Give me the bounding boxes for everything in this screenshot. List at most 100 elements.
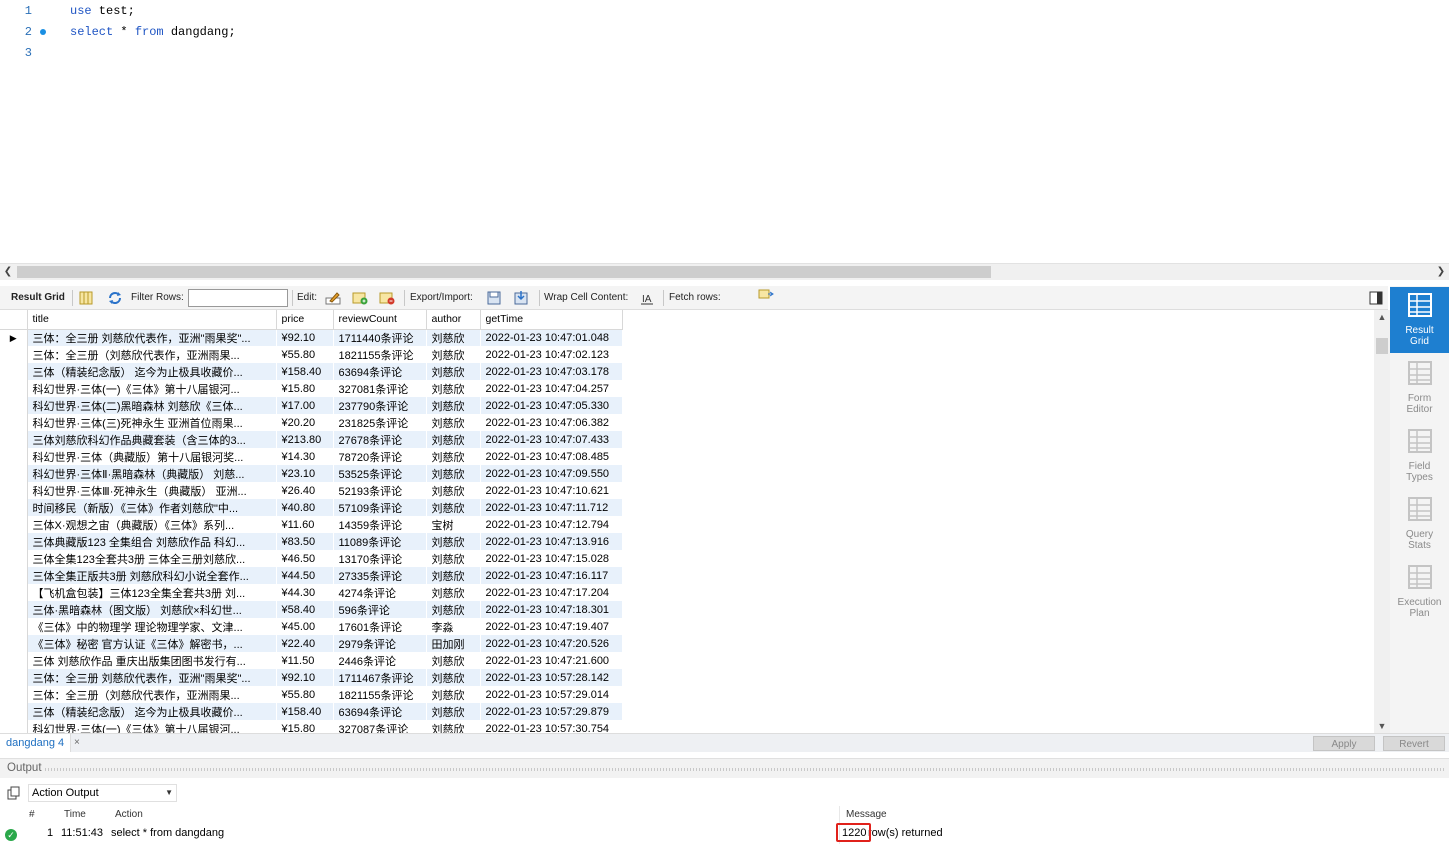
row-selector[interactable] bbox=[0, 516, 28, 533]
table-row[interactable]: 《三体》秘密 官方认证《三体》解密书，... ¥22.40 2979条评论 田加刚 20… bbox=[0, 635, 623, 652]
cell-author[interactable]: 刘慈欣 bbox=[426, 533, 481, 550]
row-selector[interactable] bbox=[0, 669, 28, 686]
column-header-reviewcount[interactable]: reviewCount bbox=[333, 310, 427, 330]
cell-author[interactable]: 刘慈欣 bbox=[426, 499, 481, 516]
cell-gettime[interactable]: 2022-01-23 10:47:07.433 bbox=[480, 431, 623, 448]
cell-gettime[interactable]: 2022-01-23 10:47:21.600 bbox=[480, 652, 623, 669]
cell-author[interactable]: 刘慈欣 bbox=[426, 703, 481, 720]
cell-title[interactable]: 三体：全三册 刘慈欣代表作，亚洲"雨果奖"... bbox=[27, 329, 277, 346]
cell-price[interactable]: ¥92.10 bbox=[276, 329, 334, 346]
cell-author[interactable]: 刘慈欣 bbox=[426, 482, 481, 499]
cell-reviewcount[interactable]: 2979条评论 bbox=[333, 635, 427, 652]
row-selector[interactable] bbox=[0, 346, 28, 363]
cell-author[interactable]: 刘慈欣 bbox=[426, 346, 481, 363]
cell-title[interactable]: 三体：全三册 刘慈欣代表作，亚洲"雨果奖"... bbox=[27, 669, 277, 686]
cell-price[interactable]: ¥23.10 bbox=[276, 465, 334, 482]
cell-price[interactable]: ¥40.80 bbox=[276, 499, 334, 516]
cell-price[interactable]: ¥83.50 bbox=[276, 533, 334, 550]
copy-icon[interactable] bbox=[7, 786, 21, 800]
table-row[interactable]: 三体刘慈欣科幻作品典藏套装（含三体的3... ¥213.80 27678条评论 刘慈欣… bbox=[0, 431, 623, 448]
cell-reviewcount[interactable]: 1711440条评论 bbox=[333, 329, 427, 346]
row-selector[interactable] bbox=[0, 618, 28, 635]
cell-author[interactable]: 刘慈欣 bbox=[426, 431, 481, 448]
cell-price[interactable]: ¥58.40 bbox=[276, 601, 334, 618]
scrollbar-thumb[interactable] bbox=[1376, 338, 1388, 354]
scroll-left-arrow-icon[interactable]: ❮ bbox=[0, 264, 16, 280]
cell-reviewcount[interactable]: 53525条评论 bbox=[333, 465, 427, 482]
row-selector[interactable] bbox=[0, 686, 28, 703]
row-selector[interactable] bbox=[0, 380, 28, 397]
cell-gettime[interactable]: 2022-01-23 10:47:19.407 bbox=[480, 618, 623, 635]
cell-gettime[interactable]: 2022-01-23 10:57:29.014 bbox=[480, 686, 623, 703]
import-icon[interactable] bbox=[513, 290, 529, 306]
grid-vertical-scrollbar[interactable]: ▲ ▼ bbox=[1374, 310, 1390, 733]
cell-author[interactable]: 刘慈欣 bbox=[426, 380, 481, 397]
cell-author[interactable]: 刘慈欣 bbox=[426, 397, 481, 414]
side-query-stats-button[interactable]: Query Stats bbox=[1390, 491, 1449, 557]
side-field-types-button[interactable]: Field Types bbox=[1390, 423, 1449, 489]
cell-author[interactable]: 刘慈欣 bbox=[426, 414, 481, 431]
cell-author[interactable]: 宝树 bbox=[426, 516, 481, 533]
column-header-gettime[interactable]: getTime bbox=[480, 310, 623, 330]
cell-gettime[interactable]: 2022-01-23 10:47:10.621 bbox=[480, 482, 623, 499]
cell-reviewcount[interactable]: 237790条评论 bbox=[333, 397, 427, 414]
row-selector[interactable] bbox=[0, 550, 28, 567]
table-row[interactable]: 科幻世界·三体(一)《三体》第十八届银河... ¥15.80 327081条评论 刘慈… bbox=[0, 380, 623, 397]
row-selector[interactable] bbox=[0, 465, 28, 482]
cell-author[interactable]: 刘慈欣 bbox=[426, 465, 481, 482]
row-selector[interactable] bbox=[0, 414, 28, 431]
cell-price[interactable]: ¥44.30 bbox=[276, 584, 334, 601]
cell-title[interactable]: 科幻世界·三体（典藏版）第十八届银河奖... bbox=[27, 448, 277, 465]
cell-reviewcount[interactable]: 2446条评论 bbox=[333, 652, 427, 669]
row-selector[interactable] bbox=[0, 448, 28, 465]
side-result-grid-button[interactable]: Result Grid bbox=[1390, 287, 1449, 353]
cell-price[interactable]: ¥92.10 bbox=[276, 669, 334, 686]
cell-gettime[interactable]: 2022-01-23 10:47:11.712 bbox=[480, 499, 623, 516]
cell-reviewcount[interactable]: 63694条评论 bbox=[333, 363, 427, 380]
cell-title[interactable]: 三体刘慈欣科幻作品典藏套装（含三体的3... bbox=[27, 431, 277, 448]
cell-author[interactable]: 田加刚 bbox=[426, 635, 481, 652]
table-row[interactable]: 科幻世界·三体Ⅲ·死神永生（典藏版） 亚洲... ¥26.40 52193条评论 刘慈… bbox=[0, 482, 623, 499]
table-row[interactable]: 三体（精装纪念版） 迄今为止极具收藏价... ¥158.40 63694条评论 刘慈欣… bbox=[0, 703, 623, 720]
cell-reviewcount[interactable]: 63694条评论 bbox=[333, 703, 427, 720]
table-row[interactable]: 三体全集123全套共3册 三体全三册刘慈欣... ¥46.50 13170条评论 刘慈… bbox=[0, 550, 623, 567]
cell-title[interactable]: 三体典藏版123 全集组合 刘慈欣作品 科幻... bbox=[27, 533, 277, 550]
toggle-panel-icon[interactable] bbox=[1368, 290, 1384, 306]
filter-rows-input[interactable] bbox=[188, 289, 288, 307]
cell-reviewcount[interactable]: 13170条评论 bbox=[333, 550, 427, 567]
cell-price[interactable]: ¥22.40 bbox=[276, 635, 334, 652]
cell-reviewcount[interactable]: 14359条评论 bbox=[333, 516, 427, 533]
cell-gettime[interactable]: 2022-01-23 10:47:04.257 bbox=[480, 380, 623, 397]
cell-price[interactable]: ¥11.60 bbox=[276, 516, 334, 533]
table-row[interactable]: 《三体》中的物理学 理论物理学家、文津... ¥45.00 17601条评论 李淼 20… bbox=[0, 618, 623, 635]
column-header-title[interactable]: title bbox=[27, 310, 277, 330]
cell-title[interactable]: 三体全集123全套共3册 三体全三册刘慈欣... bbox=[27, 550, 277, 567]
cell-gettime[interactable]: 2022-01-23 10:57:30.754 bbox=[480, 720, 623, 733]
cell-price[interactable]: ¥14.30 bbox=[276, 448, 334, 465]
side-form-editor-button[interactable]: Form Editor bbox=[1390, 355, 1449, 421]
cell-price[interactable]: ¥158.40 bbox=[276, 363, 334, 380]
cell-price[interactable]: ¥11.50 bbox=[276, 652, 334, 669]
table-row[interactable]: 科幻世界·三体（典藏版）第十八届银河奖... ¥14.30 78720条评论 刘慈欣 2… bbox=[0, 448, 623, 465]
scrollbar-thumb[interactable] bbox=[17, 266, 991, 278]
cell-title[interactable]: 时间移民（新版）《三体》作者刘慈欣"中... bbox=[27, 499, 277, 516]
table-row[interactable]: 科幻世界·三体Ⅱ·黑暗森林（典藏版） 刘慈... ¥23.10 53525条评论 刘慈… bbox=[0, 465, 623, 482]
row-selector[interactable] bbox=[0, 720, 28, 733]
cell-gettime[interactable]: 2022-01-23 10:47:15.028 bbox=[480, 550, 623, 567]
cell-gettime[interactable]: 2022-01-23 10:47:17.204 bbox=[480, 584, 623, 601]
cell-title[interactable]: 《三体》中的物理学 理论物理学家、文津... bbox=[27, 618, 277, 635]
table-row[interactable]: 科幻世界·三体(二)黑暗森林 刘慈欣《三体... ¥17.00 237790条评论刘… bbox=[0, 397, 623, 414]
cell-author[interactable]: 刘慈欣 bbox=[426, 601, 481, 618]
cell-reviewcount[interactable]: 17601条评论 bbox=[333, 618, 427, 635]
row-selector[interactable] bbox=[0, 601, 28, 618]
cell-title[interactable]: 《三体》秘密 官方认证《三体》解密书，... bbox=[27, 635, 277, 652]
cell-price[interactable]: ¥15.80 bbox=[276, 720, 334, 733]
cell-price[interactable]: ¥17.00 bbox=[276, 397, 334, 414]
side-execution-plan-button[interactable]: Execution Plan bbox=[1390, 559, 1449, 625]
cell-reviewcount[interactable]: 596条评论 bbox=[333, 601, 427, 618]
scroll-up-arrow-icon[interactable]: ▲ bbox=[1374, 310, 1390, 324]
cell-title[interactable]: 科幻世界·三体Ⅲ·死神永生（典藏版） 亚洲... bbox=[27, 482, 277, 499]
cell-reviewcount[interactable]: 78720条评论 bbox=[333, 448, 427, 465]
grid-layout-icon[interactable] bbox=[78, 290, 94, 306]
cell-gettime[interactable]: 2022-01-23 10:47:18.301 bbox=[480, 601, 623, 618]
